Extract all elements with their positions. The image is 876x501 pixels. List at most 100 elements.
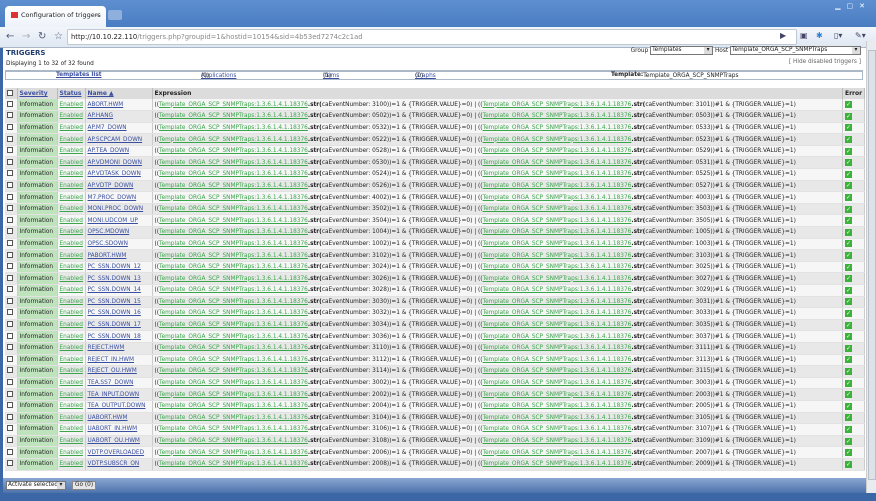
expression-item-link[interactable]: Template_ORGA_SCP_SNMPTraps:1.3.6.1.4.1.… <box>483 102 632 108</box>
row-checkbox-cell[interactable] <box>5 145 18 158</box>
trigger-name-link[interactable]: UABORT_IN.HWM <box>88 426 138 432</box>
row-checkbox[interactable] <box>7 460 13 467</box>
row-checkbox-cell[interactable] <box>5 168 18 181</box>
status-link[interactable]: Enabled <box>60 287 83 293</box>
expression-item-link[interactable]: Template_ORGA_SCP_SNMPTraps:1.3.6.1.4.1.… <box>159 403 308 409</box>
name-header[interactable]: Name ▲ <box>85 88 153 99</box>
row-checkbox-cell[interactable] <box>5 388 18 401</box>
row-checkbox-cell[interactable] <box>5 272 18 285</box>
expression-item-link[interactable]: Template_ORGA_SCP_SNMPTraps:1.3.6.1.4.1.… <box>483 345 632 351</box>
trigger-name-link[interactable]: TEA_INPUT.DOWN <box>88 392 140 398</box>
trigger-name-link[interactable]: VDTP.OVERLOADED <box>88 450 145 456</box>
extension2-icon[interactable]: ✱ <box>816 31 823 40</box>
expression-item-link[interactable]: Template_ORGA_SCP_SNMPTraps:1.3.6.1.4.1.… <box>483 322 632 328</box>
expression-item-link[interactable]: Template_ORGA_SCP_SNMPTraps:1.3.6.1.4.1.… <box>159 334 308 340</box>
reload-icon[interactable]: ↻ <box>38 31 46 42</box>
expression-item-link[interactable]: Template_ORGA_SCP_SNMPTraps:1.3.6.1.4.1.… <box>483 137 632 143</box>
row-checkbox-cell[interactable] <box>5 133 18 146</box>
forward-icon[interactable]: → <box>22 31 30 42</box>
trigger-name-link[interactable]: UABORT_OU.HWM <box>88 438 140 444</box>
expression-item-link[interactable]: Template_ORGA_SCP_SNMPTraps:1.3.6.1.4.1.… <box>483 253 632 259</box>
trigger-name-link[interactable]: AP.VDMONI_DOWN <box>88 160 142 166</box>
row-checkbox[interactable] <box>7 193 13 200</box>
browser-tab[interactable]: Configuration of triggers × <box>5 6 106 27</box>
row-checkbox[interactable] <box>7 297 13 304</box>
expression-item-link[interactable]: Template_ORGA_SCP_SNMPTraps:1.3.6.1.4.1.… <box>483 206 632 212</box>
row-checkbox[interactable] <box>7 147 13 154</box>
row-checkbox[interactable] <box>7 355 13 362</box>
status-link[interactable]: Enabled <box>60 392 83 398</box>
expression-item-link[interactable]: Template_ORGA_SCP_SNMPTraps:1.3.6.1.4.1.… <box>483 415 632 421</box>
row-checkbox-cell[interactable] <box>5 110 18 123</box>
row-checkbox[interactable] <box>7 100 13 107</box>
trigger-name-link[interactable]: PABORT.HWM <box>88 253 127 259</box>
row-checkbox-cell[interactable] <box>5 435 18 448</box>
expression-item-link[interactable]: Template_ORGA_SCP_SNMPTraps:1.3.6.1.4.1.… <box>159 299 308 305</box>
row-checkbox-cell[interactable] <box>5 365 18 378</box>
expression-item-link[interactable]: Template_ORGA_SCP_SNMPTraps:1.3.6.1.4.1.… <box>159 241 308 247</box>
status-link[interactable]: Enabled <box>60 357 83 363</box>
trigger-name-link[interactable]: OPSC.MDOWN <box>88 229 130 235</box>
status-link[interactable]: Enabled <box>60 148 83 154</box>
expression-item-link[interactable]: Template_ORGA_SCP_SNMPTraps:1.3.6.1.4.1.… <box>159 380 308 386</box>
row-checkbox[interactable] <box>7 321 13 328</box>
window-controls[interactable]: ▁▢✕ <box>835 2 871 10</box>
trigger-name-link[interactable]: AP.M7_DOWN <box>88 125 127 131</box>
row-checkbox[interactable] <box>7 170 13 177</box>
status-link[interactable]: Enabled <box>60 438 83 444</box>
trigger-name-link[interactable]: PC_SSN.DOWN_18 <box>88 334 141 340</box>
expression-item-link[interactable]: Template_ORGA_SCP_SNMPTraps:1.3.6.1.4.1.… <box>483 241 632 247</box>
action-select[interactable]: Activate selected <box>6 481 66 490</box>
status-link[interactable]: Enabled <box>60 125 83 131</box>
status-link[interactable]: Enabled <box>60 310 83 316</box>
expression-item-link[interactable]: Template_ORGA_SCP_SNMPTraps:1.3.6.1.4.1.… <box>483 426 632 432</box>
wrench-icon[interactable]: ✎▾ <box>855 31 866 40</box>
status-link[interactable]: Enabled <box>60 322 83 328</box>
row-checkbox-cell[interactable] <box>5 400 18 413</box>
trigger-name-link[interactable]: PC_SSN.DOWN_16 <box>88 310 141 316</box>
status-link[interactable]: Enabled <box>60 415 83 421</box>
row-checkbox-cell[interactable] <box>5 377 18 390</box>
row-checkbox[interactable] <box>7 344 13 351</box>
expression-item-link[interactable]: Template_ORGA_SCP_SNMPTraps:1.3.6.1.4.1.… <box>159 148 308 154</box>
row-checkbox[interactable] <box>7 425 13 432</box>
status-link[interactable]: Enabled <box>60 229 83 235</box>
expression-item-link[interactable]: Template_ORGA_SCP_SNMPTraps:1.3.6.1.4.1.… <box>159 195 308 201</box>
row-checkbox-cell[interactable] <box>5 319 18 332</box>
row-checkbox[interactable] <box>7 309 13 316</box>
expression-item-link[interactable]: Template_ORGA_SCP_SNMPTraps:1.3.6.1.4.1.… <box>159 426 308 432</box>
row-checkbox[interactable] <box>7 135 13 142</box>
expression-item-link[interactable]: Template_ORGA_SCP_SNMPTraps:1.3.6.1.4.1.… <box>483 183 632 189</box>
row-checkbox[interactable] <box>7 286 13 293</box>
row-checkbox-cell[interactable] <box>5 284 18 297</box>
status-link[interactable]: Enabled <box>60 276 83 282</box>
status-link[interactable]: Enabled <box>60 461 83 467</box>
row-checkbox-cell[interactable] <box>5 446 18 459</box>
row-checkbox[interactable] <box>7 437 13 444</box>
trigger-name-link[interactable]: UABORT.HWM <box>88 415 128 421</box>
expression-item-link[interactable]: Template_ORGA_SCP_SNMPTraps:1.3.6.1.4.1.… <box>159 392 308 398</box>
row-checkbox[interactable] <box>7 379 13 386</box>
row-checkbox-cell[interactable] <box>5 330 18 343</box>
expression-item-link[interactable]: Template_ORGA_SCP_SNMPTraps:1.3.6.1.4.1.… <box>483 461 632 467</box>
status-link[interactable]: Enabled <box>60 368 83 374</box>
row-checkbox[interactable] <box>7 332 13 339</box>
expression-item-link[interactable]: Template_ORGA_SCP_SNMPTraps:1.3.6.1.4.1.… <box>483 229 632 235</box>
row-checkbox-cell[interactable] <box>5 342 18 355</box>
status-link[interactable]: Enabled <box>60 403 83 409</box>
trigger-name-link[interactable]: MONI.UDCOM_UP <box>88 218 138 224</box>
row-checkbox[interactable] <box>7 390 13 397</box>
expression-item-link[interactable]: Template_ORGA_SCP_SNMPTraps:1.3.6.1.4.1.… <box>159 125 308 131</box>
url-bar[interactable]: http://10.10.22.110/triggers.php?groupid… <box>67 29 797 45</box>
expression-item-link[interactable]: Template_ORGA_SCP_SNMPTraps:1.3.6.1.4.1.… <box>483 264 632 270</box>
scrollbar-thumb[interactable] <box>868 50 876 480</box>
expression-item-link[interactable]: Template_ORGA_SCP_SNMPTraps:1.3.6.1.4.1.… <box>483 403 632 409</box>
status-link[interactable]: Enabled <box>60 241 83 247</box>
row-checkbox[interactable] <box>7 367 13 374</box>
row-checkbox-cell[interactable] <box>5 412 18 425</box>
trigger-name-link[interactable]: REJECT_OU.HWM <box>88 368 137 374</box>
expression-item-link[interactable]: Template_ORGA_SCP_SNMPTraps:1.3.6.1.4.1.… <box>159 253 308 259</box>
trigger-name-link[interactable]: AP.TEA_DOWN <box>88 148 130 154</box>
expression-item-link[interactable]: Template_ORGA_SCP_SNMPTraps:1.3.6.1.4.1.… <box>159 229 308 235</box>
expression-item-link[interactable]: Template_ORGA_SCP_SNMPTraps:1.3.6.1.4.1.… <box>159 276 308 282</box>
